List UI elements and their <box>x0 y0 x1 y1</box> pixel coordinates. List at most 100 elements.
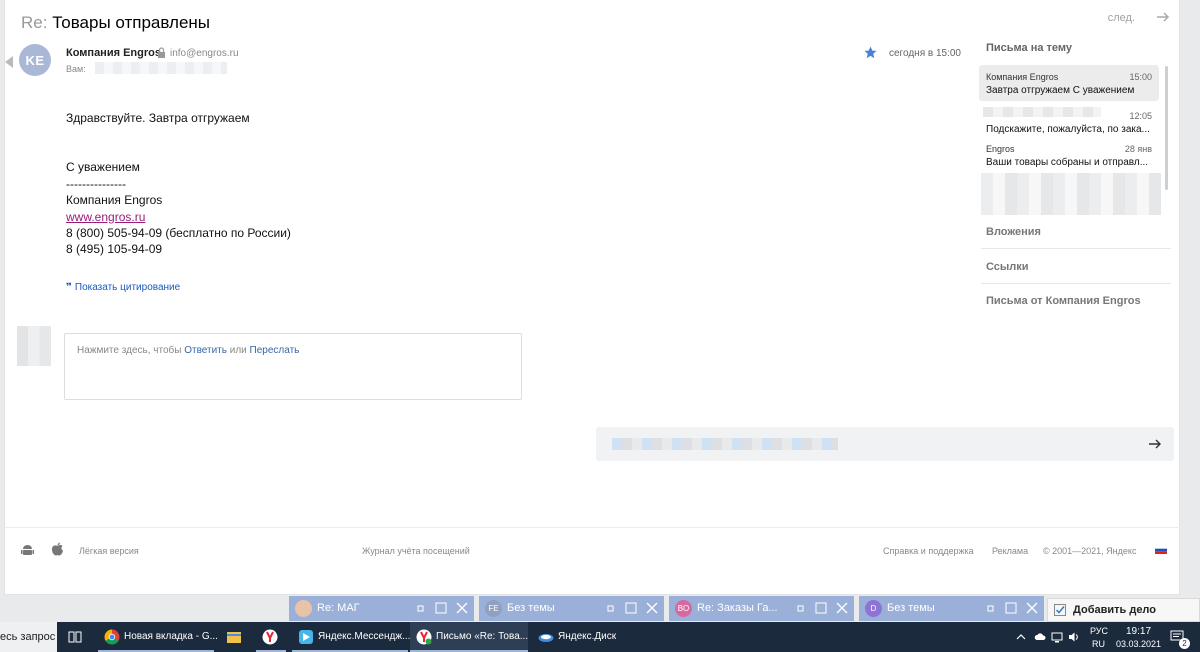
yandex-browser-icon <box>262 629 278 645</box>
sender-name[interactable]: Компания Engros <box>66 47 161 59</box>
news-bar[interactable] <box>596 427 1174 461</box>
thread-from-blurred <box>983 107 1101 117</box>
tab-avatar <box>295 600 312 617</box>
tab-title: Без темы <box>887 602 935 614</box>
lock-icon <box>158 47 165 58</box>
quick-reply-box[interactable]: Нажмите здесь, чтобы Ответить или Пересл… <box>64 333 522 400</box>
body-greeting: Здравствуйте. Завтра отгружаем <box>66 111 250 125</box>
tab-title: Re: Заказы Га... <box>697 602 778 614</box>
close-icon[interactable] <box>836 602 848 614</box>
copyright: © 2001—2021, Яндекс <box>1043 546 1137 556</box>
body-company: Компания Engros <box>66 193 163 208</box>
sticky-tab[interactable]: FE Без темы <box>479 596 664 621</box>
sender-avatar[interactable]: KE <box>19 44 51 76</box>
apple-icon[interactable] <box>51 542 64 557</box>
sticky-tab[interactable]: BO Re: Заказы Га... <box>669 596 854 621</box>
file-explorer-icon <box>227 632 241 643</box>
maximize-icon[interactable] <box>625 602 637 614</box>
subject-text: Товары отправлены <box>52 13 211 32</box>
thread-from: Engros <box>986 144 1015 154</box>
task-view-icon[interactable] <box>68 630 82 644</box>
taskbar-yandex-browser[interactable] <box>256 622 286 652</box>
body-separator: --------------- <box>66 176 126 191</box>
input-language-code[interactable]: RU <box>1092 639 1105 649</box>
minimize-icon[interactable] <box>605 602 617 614</box>
messenger-icon <box>299 630 313 644</box>
reply-hint-prefix: Нажмите здесь, чтобы <box>77 345 182 356</box>
maximize-icon[interactable] <box>815 602 827 614</box>
show-quote-label: Показать цитирование <box>74 282 181 293</box>
arrow-right-icon[interactable] <box>1155 9 1171 25</box>
email-date: сегодня в 15:00 <box>889 48 961 59</box>
star-icon[interactable] <box>864 46 877 59</box>
yandex-mail-icon <box>416 629 432 645</box>
taskbar-yandex-mail[interactable]: Письмо «Re: Това... <box>410 622 528 652</box>
forward-link[interactable]: Переслать <box>250 345 300 356</box>
collapse-tab-icon[interactable] <box>5 56 13 68</box>
sticky-tab[interactable]: Re: МАГ <box>289 596 474 621</box>
tray-clock-time[interactable]: 19:17 <box>1126 626 1151 637</box>
maximize-icon[interactable] <box>435 602 447 614</box>
thread-time: 28 янв <box>1124 144 1152 154</box>
thread-snippet: Ваши товары собраны и отправл... <box>986 157 1149 168</box>
news-text-blurred <box>612 438 838 450</box>
notification-count: 2 <box>1179 638 1190 649</box>
network-icon[interactable] <box>1051 631 1063 643</box>
close-icon[interactable] <box>646 602 658 614</box>
minimize-icon[interactable] <box>985 602 997 614</box>
input-language[interactable]: РУС <box>1090 626 1108 636</box>
windows-taskbar: есь запрос Новая вкладка - G... Яндекс.М… <box>0 622 1200 652</box>
taskbar-explorer[interactable] <box>220 622 248 652</box>
body-phone-1: 8 (800) 505-94-09 (бесплатно по России) <box>66 226 291 241</box>
thread-item[interactable]: 12:05 Подскажите, пожалуйста, по зака... <box>979 104 1159 140</box>
sender-emails-section[interactable]: Письма от Компания Engros <box>986 295 1141 307</box>
close-icon[interactable] <box>1026 602 1038 614</box>
recipient-label: Вам: <box>66 64 86 74</box>
volume-icon[interactable] <box>1068 631 1080 643</box>
links-section[interactable]: Ссылки <box>986 261 1029 273</box>
thread-item[interactable]: Engros 28 янв Ваши товары собраны и отпр… <box>979 137 1159 173</box>
thread-snippet: Подскажите, пожалуйста, по зака... <box>986 124 1150 135</box>
body-sign-off: С уважением <box>66 160 140 175</box>
thread-items-blurred <box>981 173 1161 215</box>
checkbox-icon <box>1054 604 1066 616</box>
minimize-icon[interactable] <box>415 602 427 614</box>
thread-scrollbar[interactable] <box>1165 66 1168 190</box>
sticky-tab[interactable]: D Без темы <box>859 596 1044 621</box>
thread-panel-title: Письма на тему <box>986 42 1073 54</box>
taskbar-yandex-disk[interactable]: Яндекс.Диск <box>532 622 624 652</box>
reply-hint: Нажмите здесь, чтобы Ответить или Пересл… <box>77 345 299 356</box>
taskbar-chrome[interactable]: Новая вкладка - G... <box>98 622 218 652</box>
reply-hint-or: или <box>229 345 247 356</box>
cloud-icon[interactable] <box>1034 631 1046 643</box>
russia-flag-icon[interactable] <box>1155 546 1167 554</box>
arrow-right-icon[interactable] <box>1148 437 1162 451</box>
email-subject: Re: Товары отправлены <box>21 13 210 33</box>
taskbar-messenger[interactable]: Яндекс.Мессендж... <box>292 622 410 652</box>
website-link[interactable]: www.engros.ru <box>66 210 145 224</box>
reply-link[interactable]: Ответить <box>184 345 227 356</box>
taskbar-label: Яндекс.Диск <box>558 631 617 642</box>
add-task-button[interactable]: Добавить дело <box>1047 598 1200 622</box>
footer-divider <box>5 527 1181 528</box>
thread-from: Компания Engros <box>986 72 1059 82</box>
ads-link[interactable]: Реклама <box>992 546 1028 556</box>
email-body: Здравствуйте. Завтра отгружаем С уважени… <box>66 110 291 258</box>
light-version-link[interactable]: Лёгкая версия <box>79 546 139 556</box>
maximize-icon[interactable] <box>1005 602 1017 614</box>
body-phone-2: 8 (495) 105-94-09 <box>66 242 163 257</box>
tab-title: Без темы <box>507 602 555 614</box>
thread-item[interactable]: Компания Engros 15:00 Завтра отгружаем С… <box>979 65 1159 101</box>
attachments-section[interactable]: Вложения <box>986 226 1041 238</box>
mail-page: Re: Товары отправлены след. KE Компания … <box>4 0 1181 595</box>
close-icon[interactable] <box>456 602 468 614</box>
chevron-up-icon[interactable] <box>1016 632 1026 642</box>
help-link[interactable]: Справка и поддержка <box>883 546 974 556</box>
show-quote-link[interactable]: ❞ Показать цитирование <box>66 282 180 293</box>
visit-log-link[interactable]: Журнал учёта посещений <box>362 546 470 556</box>
android-icon[interactable] <box>21 544 34 557</box>
minimize-icon[interactable] <box>795 602 807 614</box>
next-email-link[interactable]: след. <box>1108 12 1135 24</box>
tray-clock-date[interactable]: 03.03.2021 <box>1116 639 1161 649</box>
taskbar-search[interactable]: есь запрос <box>0 622 57 652</box>
